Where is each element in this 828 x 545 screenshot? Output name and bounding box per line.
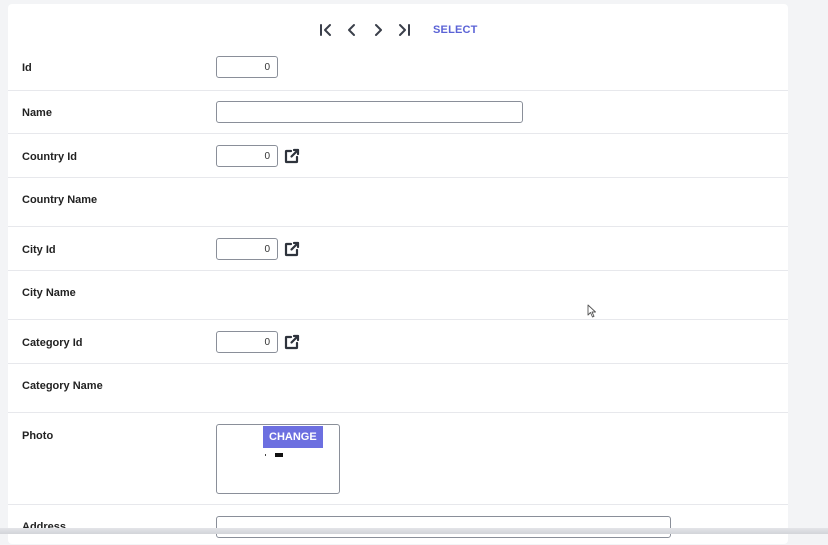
field-row-category-name: Category Name	[8, 363, 788, 413]
select-button[interactable]: SELECT	[433, 24, 478, 36]
field-row-name: Name	[8, 90, 788, 134]
field-row-city-name: City Name	[8, 270, 788, 320]
last-page-icon[interactable]	[396, 22, 412, 38]
country-name-label: Country Name	[22, 194, 98, 206]
category-name-label: Category Name	[22, 380, 103, 392]
country-id-label: Country Id	[22, 151, 77, 163]
open-external-icon[interactable]	[284, 334, 300, 350]
chevron-right-icon[interactable]	[370, 22, 386, 38]
open-external-icon[interactable]	[284, 241, 300, 257]
id-input[interactable]	[216, 56, 278, 78]
name-input[interactable]	[216, 101, 523, 123]
field-row-photo: Photo CHANGE	[8, 412, 788, 505]
record-form-card: SELECT Id Name Country Id Country Name C…	[8, 4, 788, 544]
first-page-icon[interactable]	[318, 22, 334, 38]
id-label: Id	[22, 62, 32, 74]
record-navigator: SELECT	[8, 4, 788, 54]
city-id-input[interactable]	[216, 238, 278, 260]
field-row-address: Address	[8, 504, 788, 545]
category-id-label: Category Id	[22, 337, 83, 349]
name-label: Name	[22, 107, 52, 119]
city-name-label: City Name	[22, 287, 76, 299]
open-external-icon[interactable]	[284, 148, 300, 164]
category-id-input[interactable]	[216, 331, 278, 353]
chevron-left-icon[interactable]	[344, 22, 360, 38]
address-input[interactable]	[216, 516, 671, 538]
field-row-id: Id	[8, 50, 788, 90]
field-row-city-id: City Id	[8, 226, 788, 271]
field-row-country-id: Country Id	[8, 133, 788, 178]
photo-label: Photo	[22, 430, 54, 442]
country-id-input[interactable]	[216, 145, 278, 167]
photo-upload-box[interactable]: CHANGE	[216, 424, 340, 494]
field-row-country-name: Country Name	[8, 177, 788, 227]
broken-image-icon	[265, 453, 283, 457]
field-row-category-id: Category Id	[8, 319, 788, 364]
city-id-label: City Id	[22, 244, 56, 256]
change-photo-button[interactable]: CHANGE	[263, 426, 323, 448]
bottom-edge	[0, 528, 828, 534]
mouse-cursor-icon	[587, 304, 596, 318]
